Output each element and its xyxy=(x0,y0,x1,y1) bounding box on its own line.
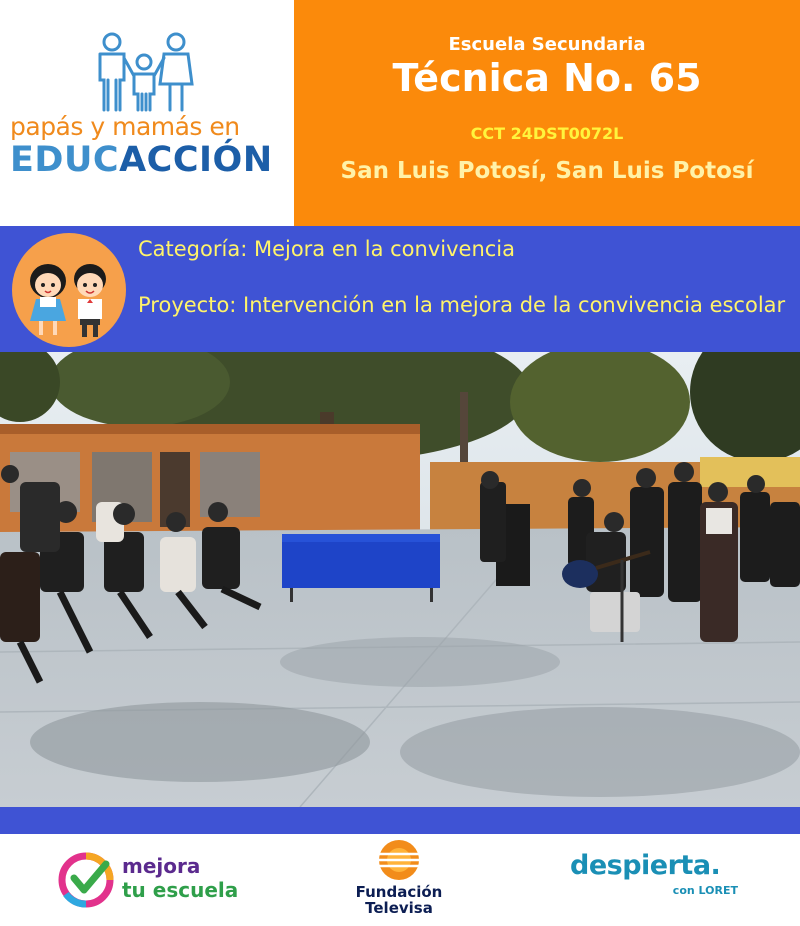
logo-wordmark: EDUCACCIÓN xyxy=(10,140,290,180)
educaccion-logo: papás y mamás en EDUCACCIÓN xyxy=(0,0,294,226)
televisa-line2: Televisa xyxy=(365,899,433,917)
family-icon xyxy=(98,32,194,112)
fundacion-televisa-logo: Fundación Televisa xyxy=(344,838,454,922)
header: papás y mamás en EDUCACCIÓN Escuela Secu… xyxy=(0,0,800,226)
school-location: San Luis Potosí, San Luis Potosí xyxy=(340,158,754,184)
despierta-logo: despierta. con LORET xyxy=(570,850,750,910)
despierta-wordmark: despierta. xyxy=(570,850,721,881)
school-name: Técnica No. 65 xyxy=(392,56,702,100)
mejora-line2: tu escuela xyxy=(122,878,239,902)
logo-wordmark-part2: ACCIÓN xyxy=(119,140,273,180)
televisa-line1: Fundación xyxy=(355,883,443,901)
mejora-tu-escuela-logo: mejora tu escuela xyxy=(58,846,248,916)
despierta-subtitle: con LORET xyxy=(672,884,738,897)
blue-divider xyxy=(0,807,800,834)
kids-icon xyxy=(12,233,126,347)
mejora-line1: mejora xyxy=(122,854,201,878)
category-label: Categoría: Mejora en la convivencia xyxy=(138,237,516,261)
logo-tagline: papás y mamás en xyxy=(10,112,240,141)
category-band: Categoría: Mejora en la convivencia Proy… xyxy=(0,226,800,352)
school-event-photo xyxy=(0,352,800,807)
school-info-panel: Escuela Secundaria Técnica No. 65 CCT 24… xyxy=(294,0,800,226)
mejora-wordmark: mejora tu escuela xyxy=(122,854,238,902)
logo-wordmark-part1: EDUC xyxy=(10,140,120,180)
televisa-sun-icon xyxy=(379,840,419,880)
televisa-wordmark: Fundación Televisa xyxy=(344,884,454,916)
school-subtitle: Escuela Secundaria xyxy=(448,34,646,55)
school-cct: CCT 24DST0072L xyxy=(470,124,624,143)
project-label: Proyecto: Intervención en la mejora de l… xyxy=(138,293,786,317)
sponsors-footer: mejora tu escuela Fundación Televisa des… xyxy=(0,834,800,926)
mejora-check-icon xyxy=(58,852,114,908)
